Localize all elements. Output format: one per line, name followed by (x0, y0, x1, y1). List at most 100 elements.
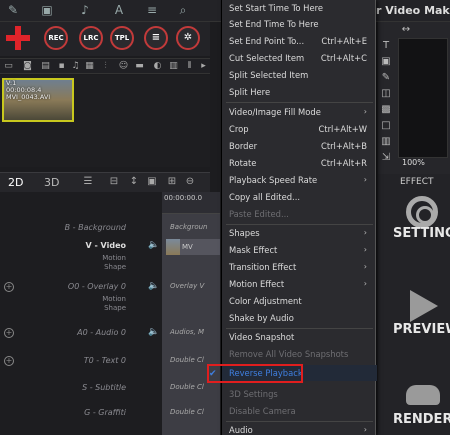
timeline-stop-icon[interactable]: ⊖ (184, 176, 196, 188)
timeline-align-icon[interactable]: ⊟ (108, 176, 120, 188)
text-tool-icon[interactable]: T (380, 40, 392, 52)
menu-item-border[interactable]: Border Ctrl+Alt+B (222, 138, 377, 154)
gear-icon[interactable] (406, 196, 438, 228)
image-tool-icon[interactable]: ▣ (380, 56, 392, 68)
lane-subtitle[interactable]: Double Cl (170, 383, 204, 391)
record-icon[interactable]: ▪ (56, 61, 67, 72)
overlay-speaker-icon[interactable]: 🔈 (148, 281, 159, 291)
logo-icon: ✎ (7, 3, 19, 17)
menu-item-fill-mode[interactable]: Video/Image Fill Mode › (222, 104, 377, 120)
clone-tool-icon[interactable]: ▩ (380, 104, 392, 116)
eraser-tool-icon[interactable]: ◫ (380, 88, 392, 100)
store-icon[interactable]: ▣ (40, 3, 54, 17)
play-icon[interactable] (410, 290, 438, 322)
video-clip-thumbnail[interactable] (166, 239, 180, 255)
preview-screen[interactable] (398, 38, 448, 158)
menu-item-motion-effect[interactable]: Motion Effect › (222, 276, 377, 292)
timeline-list-icon[interactable]: ☰ (82, 176, 94, 188)
size-tool-icon[interactable]: ⇲ (380, 152, 392, 164)
menu-item-shapes[interactable]: Shapes › (222, 225, 377, 241)
menu-item-crop[interactable]: Crop Ctrl+Alt+W (222, 121, 377, 137)
preview-button[interactable]: PREVIEW (393, 322, 450, 337)
video-shape-label: Shape (104, 263, 126, 271)
app-title: r Video Maker (376, 4, 450, 17)
menu-item-set-end-point[interactable]: Set End Point To... Ctrl+Alt+E (222, 33, 377, 49)
timeline-height-icon[interactable]: ↕ (128, 176, 140, 188)
mixer-icon[interactable]: ⫴ (184, 61, 195, 72)
tab-2d[interactable]: 2D (8, 176, 23, 189)
settings-button[interactable]: SETTINGS (393, 226, 450, 241)
equalizer-icon[interactable]: ⫶ (100, 61, 111, 72)
menu-item-mask-effect[interactable]: Mask Effect › (222, 242, 377, 258)
search-icon[interactable]: ⌕ (176, 3, 190, 17)
track-label-graffiti: G - Graffiti (84, 408, 126, 417)
menu-item-set-end-time[interactable]: Set End Time To Here (222, 16, 377, 32)
music-note-icon[interactable]: ♫ (70, 61, 81, 72)
film-icon[interactable]: ▬ (134, 61, 145, 72)
menu-item-split-here[interactable]: Split Here (222, 84, 377, 100)
video-clip[interactable]: MV (180, 239, 220, 255)
smiley-icon[interactable]: ☺ (118, 61, 129, 72)
lane-overlay[interactable]: Overlay V (170, 282, 204, 290)
music-icon[interactable]: ♪ (78, 3, 92, 17)
rec-button[interactable]: REC (44, 26, 68, 50)
effects-button[interactable]: ✲ (176, 26, 200, 50)
submenu-arrow-icon: › (363, 228, 367, 237)
ruler-time: 00:00:00.0 (164, 194, 203, 202)
menu-item-audio[interactable]: Audio › (222, 422, 377, 435)
tab-3d[interactable]: 3D (44, 176, 59, 189)
brush-tool-icon[interactable]: ✎ (380, 72, 392, 84)
media-icon-row: ▭ ◙ ▤ ▪ ♫ ▦ ⫶ ☺ ▬ ◐ ▥ ⫴ ▸ (0, 58, 210, 74)
clip-filename: MVI_0043.AVI (6, 93, 51, 101)
menu-item-transition-effect[interactable]: Transition Effect › (222, 259, 377, 275)
menu-item-shake-by-audio[interactable]: Shake by Audio (222, 310, 377, 326)
overlay-motion-label: Motion (102, 295, 126, 303)
menu-item-set-start-time[interactable]: Set Start Time To Here (222, 0, 377, 16)
lane-background[interactable]: Backgroun (170, 223, 207, 231)
stamp-tool-icon[interactable]: ▥ (380, 136, 392, 148)
lane-audio[interactable]: Audios, M (170, 328, 204, 336)
render-icon[interactable] (406, 385, 440, 405)
menu-item-playback-speed[interactable]: Playback Speed Rate › (222, 172, 377, 188)
timeline-ruler[interactable]: 00:00:00.0 (162, 192, 220, 214)
menu-item-color-adjustment[interactable]: Color Adjustment (222, 293, 377, 309)
filter-icon[interactable]: ◐ (152, 61, 163, 72)
menu-item-disable-camera: Disable Camera (229, 406, 296, 416)
track-label-subtitle: S - Subtitle (82, 383, 126, 392)
submenu-arrow-icon: › (363, 175, 367, 184)
lrc-button[interactable]: LRC (79, 26, 103, 50)
menu-item-cut-selected[interactable]: Cut Selected Item Ctrl+Alt+C (222, 50, 377, 66)
submenu-arrow-icon: › (363, 279, 367, 288)
more-icon[interactable]: ▸ (198, 61, 209, 72)
text-tool-icon[interactable]: A (112, 3, 126, 17)
submenu-arrow-icon: › (363, 107, 367, 116)
menu-item-split-selected[interactable]: Split Selected Item (222, 67, 377, 83)
menu-item-copy-edited[interactable]: Copy all Edited... (222, 189, 377, 205)
image-icon[interactable]: ▤ (40, 61, 51, 72)
layers-icon[interactable]: ≡ (145, 3, 159, 17)
main-toolbar: REC LRC TPL ≡ ✲ (0, 22, 210, 56)
menu-item-rotate[interactable]: Rotate Ctrl+Alt+R (222, 155, 377, 171)
list-button[interactable]: ≡ (144, 26, 168, 50)
tpl-button[interactable]: TPL (110, 26, 134, 50)
camera-icon[interactable]: ◙ (22, 61, 33, 72)
track-label-overlay: O0 - Overlay 0 (67, 282, 126, 291)
timeline-split-icon[interactable]: ⊞ (166, 176, 178, 188)
audio-speaker-icon[interactable]: 🔈 (148, 327, 159, 337)
track-label-text: T0 - Text 0 (83, 356, 126, 365)
view-icon[interactable]: ▭ (3, 61, 14, 72)
resize-arrows-icon[interactable]: ↔ (400, 24, 412, 36)
stack-icon[interactable]: ▥ (168, 61, 179, 72)
add-media-button[interactable] (6, 26, 30, 50)
lane-text[interactable]: Double Cl (170, 356, 204, 364)
shape-tool-icon[interactable]: □ (380, 120, 392, 132)
menu-item-video-snapshot[interactable]: Video Snapshot (222, 329, 377, 345)
grid-icon[interactable]: ▦ (84, 61, 95, 72)
media-clip[interactable]: V:1 00:00:08.4 MVI_0043.AVI (2, 78, 74, 122)
video-speaker-icon[interactable]: 🔈 (148, 240, 159, 250)
render-button[interactable]: RENDER (393, 412, 450, 427)
zoom-level: 100% (402, 158, 425, 167)
effect-label: EFFECT (400, 177, 434, 187)
lane-graffiti[interactable]: Double Cl (170, 408, 204, 416)
timeline-fit-icon[interactable]: ▣ (146, 176, 158, 188)
